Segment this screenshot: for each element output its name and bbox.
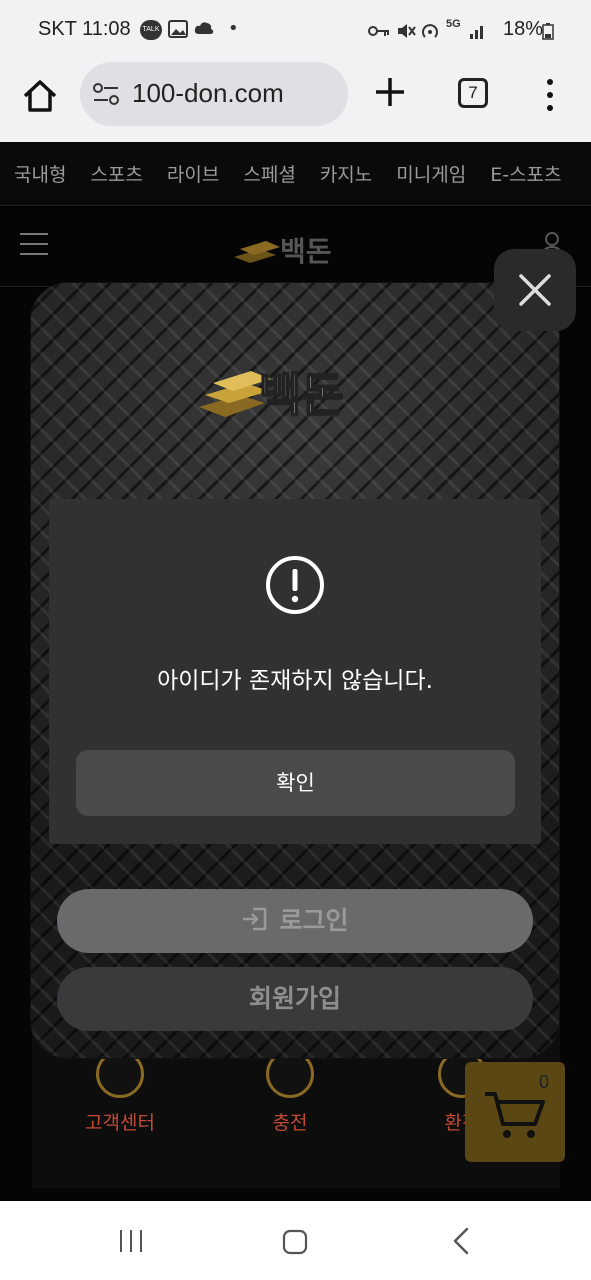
mute-icon: [398, 24, 416, 38]
deposit-label: 충전: [272, 1112, 308, 1134]
customer-center-label: 고객센터: [85, 1112, 155, 1134]
nav-item-live[interactable]: 라이브: [167, 160, 219, 187]
alert-message: 아이디가 존재하지 않습니다.: [157, 668, 433, 694]
battery-icon: [542, 23, 554, 40]
alert-dialog: 아이디가 존재하지 않습니다. 확인: [49, 499, 541, 844]
dot-icon: •: [228, 18, 239, 39]
cart-icon: [485, 1092, 545, 1138]
site-settings-icon[interactable]: [92, 82, 120, 106]
deposit-item[interactable]: 충전: [258, 1050, 322, 1135]
exclamation-icon: [266, 556, 324, 614]
modal-logo-text: 백돈: [259, 368, 344, 422]
browser-toolbar: 100-don.com 7: [0, 62, 591, 142]
login-button[interactable]: 로그인: [57, 889, 533, 953]
customer-center-item[interactable]: 고객센터: [80, 1050, 160, 1135]
more-menu-icon[interactable]: [542, 78, 558, 112]
signal-icon: [470, 26, 483, 39]
home-icon[interactable]: [20, 76, 60, 116]
site-logo-text: 백돈: [280, 235, 332, 268]
login-icon: [243, 907, 267, 931]
hotspot-icon: [422, 24, 438, 38]
nav-item-sports[interactable]: 스포츠: [90, 160, 142, 187]
status-time: SKT 11:08: [38, 18, 131, 40]
address-bar[interactable]: 100-don.com: [80, 62, 348, 126]
url-text[interactable]: 100-don.com: [132, 78, 284, 109]
back-icon[interactable]: [452, 1227, 470, 1255]
system-nav-bar: [0, 1201, 591, 1280]
new-tab-icon[interactable]: [372, 74, 408, 110]
battery-level: 18%: [502, 18, 543, 40]
image-icon: [168, 20, 188, 38]
hamburger-menu-icon[interactable]: [20, 233, 48, 255]
nav-item-special[interactable]: 스페셜: [243, 160, 295, 187]
recent-apps-icon[interactable]: [118, 1229, 144, 1253]
network-type: 5G: [446, 18, 461, 30]
close-icon: [519, 274, 551, 306]
modal-logo: 백돈: [199, 367, 345, 423]
site-logo[interactable]: 백돈: [232, 227, 352, 271]
close-button[interactable]: [494, 249, 576, 331]
nav-item-domestic[interactable]: 국내형: [14, 160, 66, 187]
status-bar: SKT 11:08 TALK • 5G 18%: [0, 0, 591, 62]
login-label: 로그인: [279, 906, 349, 935]
confirm-button[interactable]: 확인: [76, 750, 515, 816]
nav-item-minigame[interactable]: 미니게임: [396, 160, 466, 187]
key-icon: [368, 26, 389, 36]
cart-widget[interactable]: 0: [465, 1062, 565, 1162]
tab-count-button[interactable]: 7: [458, 78, 488, 108]
nav-item-esports[interactable]: E-스포츠: [490, 160, 561, 187]
talk-icon: TALK: [140, 20, 162, 40]
signup-button[interactable]: 회원가입: [57, 967, 533, 1031]
category-nav: 국내형 스포츠 라이브 스페셜 카지노 미니게임 E-스포츠: [0, 142, 591, 206]
home-nav-icon[interactable]: [282, 1229, 308, 1255]
nav-item-casino[interactable]: 카지노: [320, 160, 372, 187]
cloud-icon: [194, 22, 214, 34]
